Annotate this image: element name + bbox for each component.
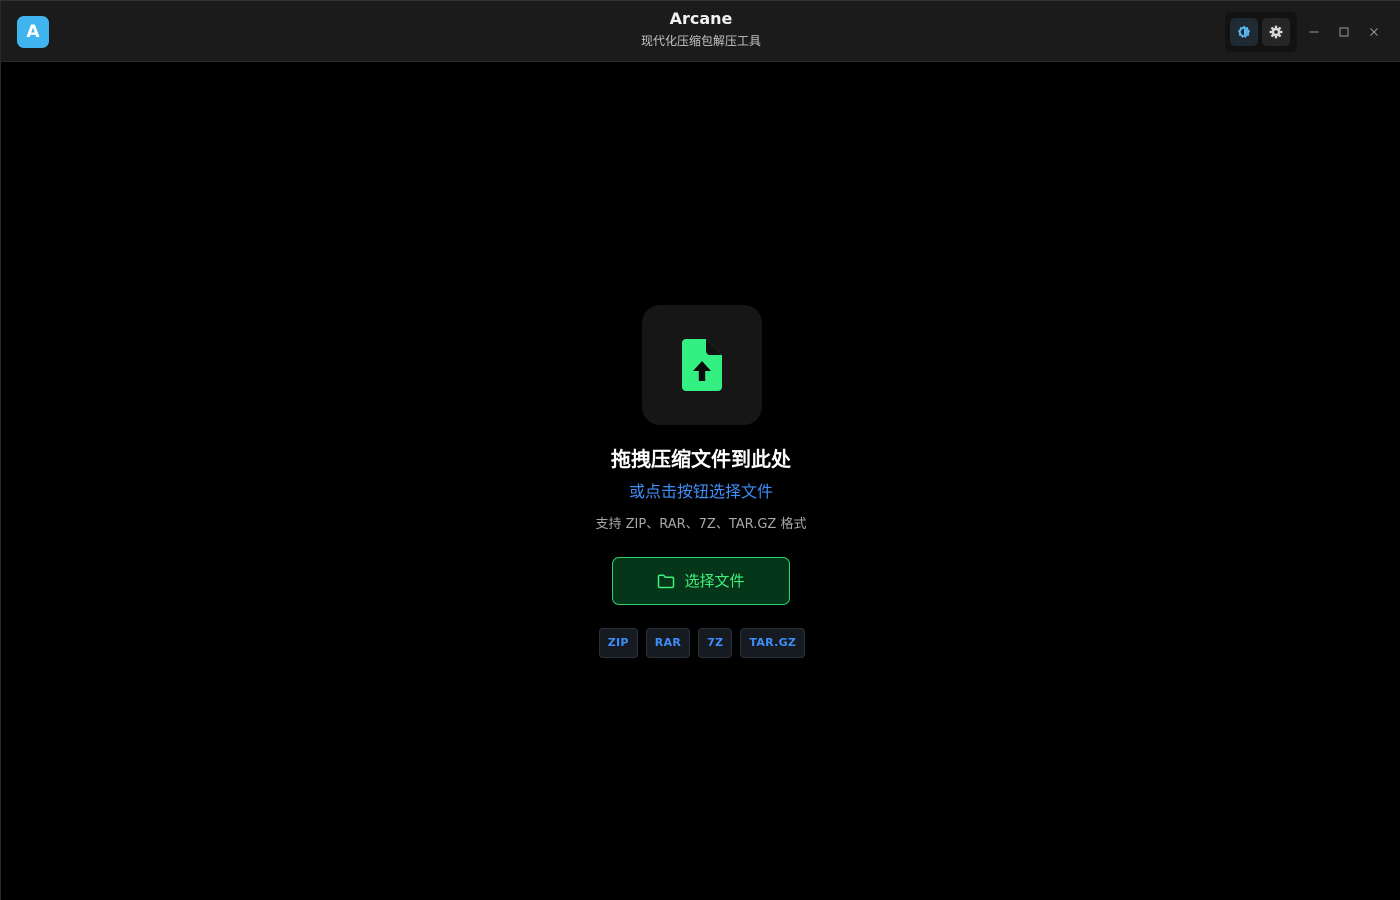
browse-link[interactable]: 或点击按钮选择文件 (401, 481, 1001, 503)
minimize-icon (1309, 31, 1319, 33)
title-bar[interactable]: A Arcane 现代化压缩包解压工具 (1, 1, 1400, 62)
select-file-button[interactable]: 选择文件 (612, 557, 790, 605)
app-logo-letter: A (26, 22, 40, 42)
theme-toggle-button[interactable] (1230, 18, 1258, 46)
app-window: A Arcane 现代化压缩包解压工具 拖拽压缩文件到此处 或点击按钮选择文件 … (0, 0, 1400, 900)
theme-contrast-icon (1237, 25, 1251, 38)
close-icon (1370, 28, 1378, 36)
settings-button[interactable] (1262, 18, 1290, 46)
app-title: Arcane (669, 9, 733, 28)
supported-formats-hint: 支持 ZIP、RAR、7Z、TAR.GZ 格式 (595, 517, 807, 532)
folder-icon (658, 574, 675, 588)
minimize-button[interactable] (1302, 20, 1326, 44)
title-block: Arcane 现代化压缩包解压工具 (501, 9, 901, 49)
app-subtitle: 现代化压缩包解压工具 (640, 34, 761, 48)
upload-tile (642, 305, 762, 425)
maximize-button[interactable] (1332, 20, 1356, 44)
maximize-icon (1339, 27, 1349, 37)
select-file-button-label: 选择文件 (684, 572, 745, 590)
gear-icon (1269, 25, 1283, 39)
format-tag-rar: RAR (645, 628, 691, 658)
format-tag-zip: ZIP (598, 628, 638, 658)
file-drop-zone[interactable]: 拖拽压缩文件到此处 或点击按钮选择文件 支持 ZIP、RAR、7Z、TAR.GZ… (401, 301, 1001, 681)
format-tag-7z: 7Z (698, 628, 733, 658)
format-tag-targz: TAR.GZ (740, 628, 806, 658)
file-upload-icon (682, 339, 722, 391)
toolbar-group (1225, 12, 1297, 52)
close-button[interactable] (1362, 20, 1386, 44)
drop-zone-title: 拖拽压缩文件到此处 (611, 447, 791, 471)
app-logo: A (17, 16, 49, 48)
format-tags: ZIP RAR 7Z TAR.GZ (401, 628, 1001, 658)
